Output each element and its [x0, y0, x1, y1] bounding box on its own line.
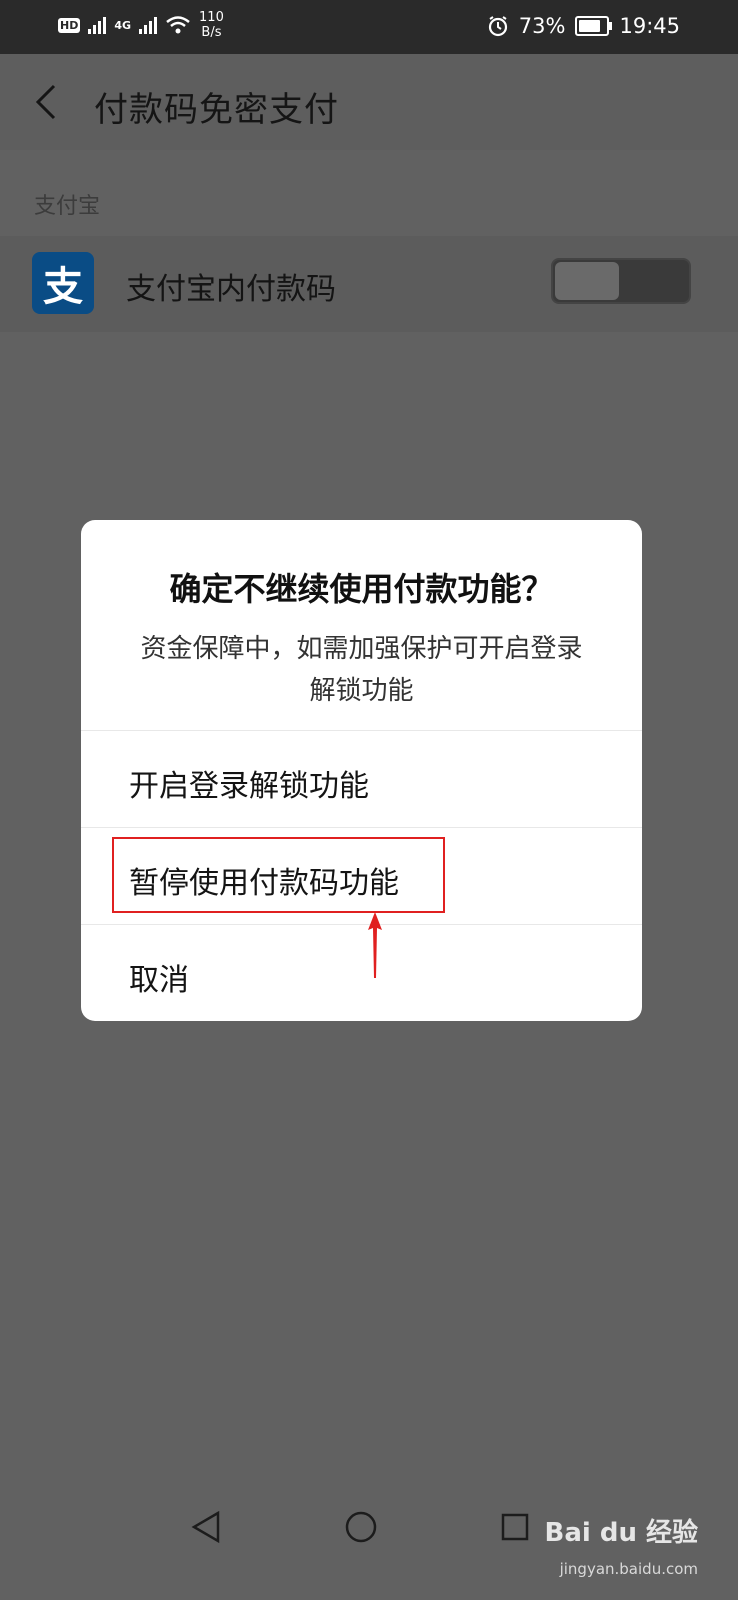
- payment-code-toggle[interactable]: [551, 258, 691, 304]
- toggle-knob: [555, 262, 619, 300]
- red-arrow-annotation: [368, 912, 382, 978]
- option-label: 取消: [129, 963, 189, 998]
- app-header: 付款码免密支付: [0, 54, 738, 150]
- option-label: 开启登录解锁功能: [129, 769, 369, 804]
- page-title: 付款码免密支付: [94, 90, 339, 130]
- alipay-icon-glyph: 支: [43, 264, 83, 310]
- back-arrow-icon[interactable]: [34, 84, 58, 120]
- dialog-title: 确定不继续使用付款功能？: [169, 570, 554, 608]
- watermark-url: jingyan.baidu.com: [559, 1560, 698, 1578]
- baidu-watermark: Bai du 经验: [544, 1518, 699, 1548]
- signal-icon-2: [139, 16, 158, 34]
- battery-percent: 73%: [518, 14, 566, 38]
- net-speed-unit: B/s: [201, 25, 222, 40]
- status-right: 73% 19:45: [487, 14, 680, 38]
- status-left: HD 4G 110 B/s: [58, 10, 224, 40]
- home-circle-icon[interactable]: [344, 1510, 378, 1544]
- battery-icon: [575, 16, 613, 36]
- hd-badge: HD: [58, 17, 81, 33]
- back-triangle-icon[interactable]: [190, 1510, 222, 1544]
- alipay-payment-code-row[interactable]: 支 支付宝内付款码: [0, 236, 738, 332]
- enable-login-unlock-option[interactable]: 开启登录解锁功能: [81, 731, 642, 827]
- section-label: 支付宝: [34, 194, 101, 219]
- net-speed-value: 110: [199, 10, 224, 25]
- signal-icon: [88, 16, 107, 34]
- recents-square-icon[interactable]: [500, 1512, 530, 1542]
- clock: 19:45: [619, 14, 680, 38]
- status-bar: HD 4G 110 B/s 73% 19:45: [0, 0, 738, 54]
- row-label: 支付宝内付款码: [126, 272, 336, 307]
- wifi-icon: [166, 16, 190, 34]
- alarm-icon: [488, 16, 507, 37]
- highlight-box: [112, 837, 445, 913]
- dialog-message: 资金保障中，如需加强保护可开启登录解锁功能: [140, 634, 583, 706]
- net-speed: 110 B/s: [199, 10, 224, 40]
- alipay-icon: 支: [32, 252, 94, 314]
- network-type: 4G: [114, 18, 132, 32]
